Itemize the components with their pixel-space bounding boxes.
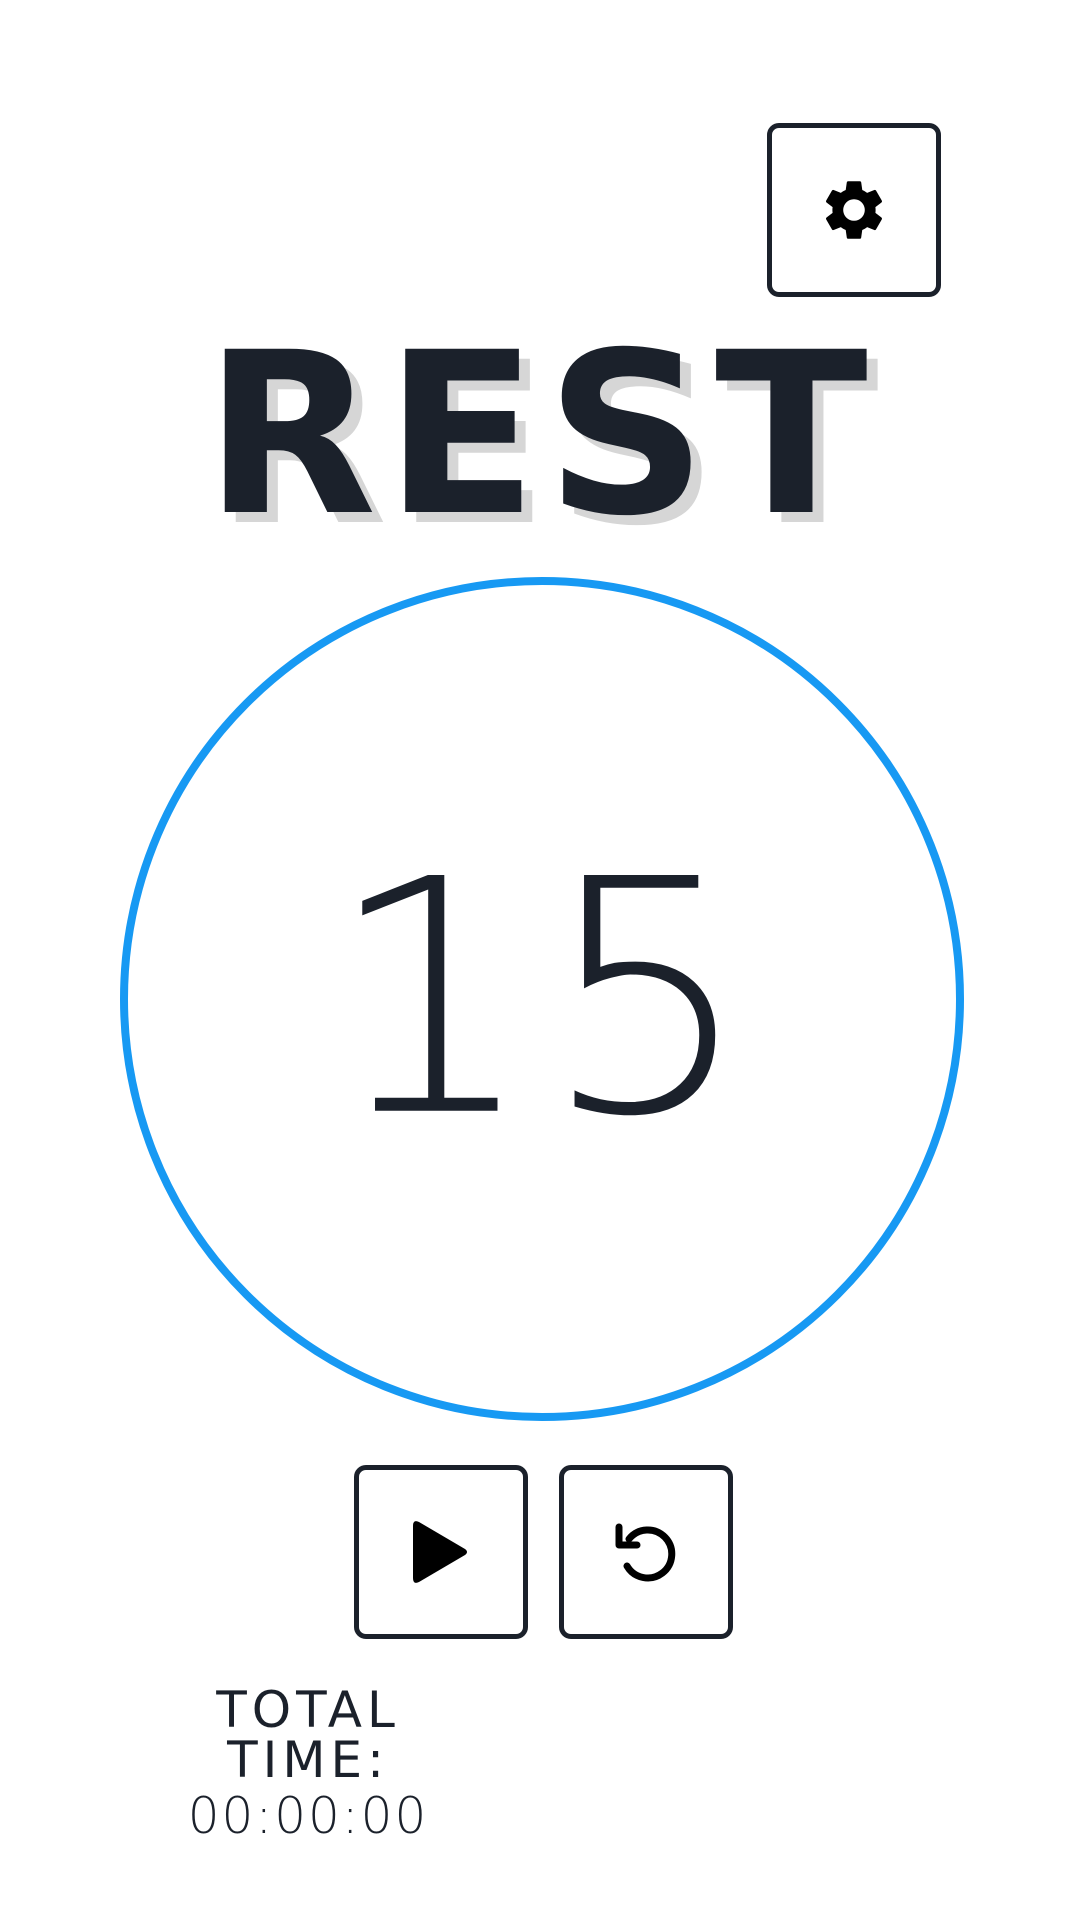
total-time-label: TOTAL TIME: xyxy=(216,1681,400,1789)
reset-button[interactable] xyxy=(559,1465,733,1639)
app-screen: REST 15 TOTAL TIME: 00:00:00 xyxy=(0,0,1080,1920)
total-time: TOTAL TIME: 00:00:00 xyxy=(128,1685,488,1841)
timer-ring: 15 xyxy=(120,577,964,1421)
gear-icon xyxy=(818,174,890,246)
play-icon xyxy=(411,1518,471,1586)
restart-icon xyxy=(611,1517,681,1587)
total-time-value: 00:00:00 xyxy=(187,1787,429,1845)
phase-title: REST xyxy=(204,304,876,565)
play-button[interactable] xyxy=(354,1465,528,1639)
settings-button[interactable] xyxy=(767,123,941,297)
countdown-value: 15 xyxy=(326,810,758,1188)
